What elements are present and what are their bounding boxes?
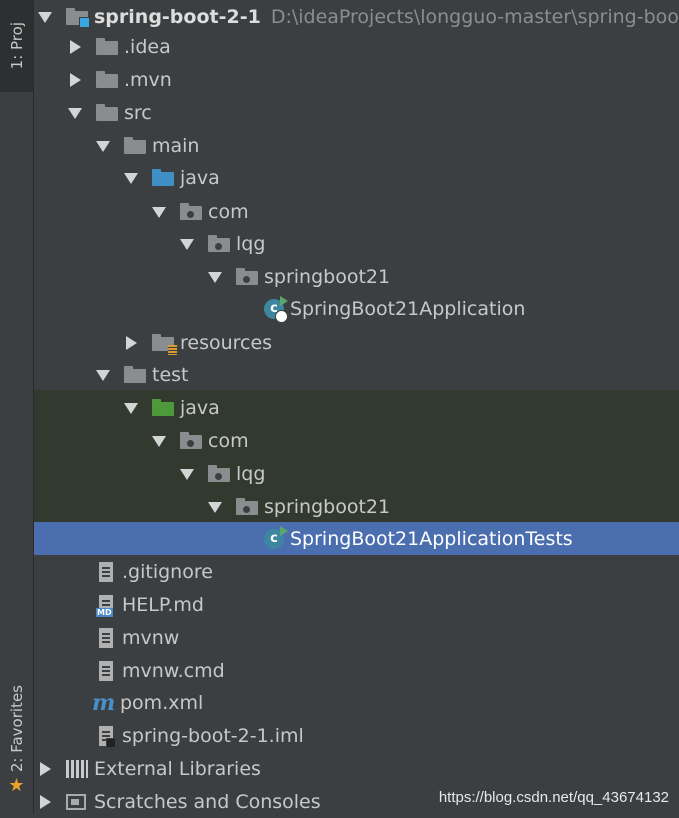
root-module-name: spring-boot-2-1 [94,5,261,28]
tree-row-test-com[interactable]: com [34,424,679,457]
collapse-arrow-icon[interactable] [38,761,52,776]
tree-row-mvnw-cmd[interactable]: mvnw.cmd [34,654,679,687]
tree-row-resources[interactable]: resources [34,326,679,359]
tree-item-label: src [124,101,152,124]
expand-arrow-icon[interactable] [208,500,222,514]
package-icon [180,202,202,222]
expand-arrow-icon[interactable] [68,106,82,120]
expand-arrow-icon[interactable] [208,270,222,284]
package-icon [236,497,258,517]
resources-folder-icon [152,333,177,355]
tree-item-label: java [180,166,220,189]
expand-arrow-icon[interactable] [38,10,52,24]
folder-icon [96,37,118,57]
tree-item-label: com [208,429,249,452]
tree-item-label: springboot21 [264,495,391,518]
expand-arrow-icon[interactable] [96,368,110,382]
tree-row-main-com[interactable]: com [34,195,679,228]
expand-arrow-icon[interactable] [152,434,166,448]
tree-row-test-java[interactable]: java [34,391,679,424]
package-icon [208,234,230,254]
tree-row-application-class[interactable]: c SpringBoot21Application [34,292,679,325]
text-file-icon [99,627,113,648]
collapse-arrow-icon[interactable] [124,335,138,350]
test-class-icon: c [264,525,288,549]
tree-item-label: lqg [236,232,266,255]
tree-item-label: spring-boot-2-1.iml [122,724,304,747]
tool-window-strip: 1: Proj 2: Favorites ★ [0,0,34,814]
favorites-tab-label: 2: Favorites [7,685,26,773]
tree-row-gitignore[interactable]: .gitignore [34,555,679,588]
expand-arrow-icon[interactable] [180,237,194,251]
markdown-file-icon [96,594,113,617]
collapse-arrow-icon[interactable] [38,794,52,809]
tree-item-label: com [208,200,249,223]
tree-row-pom[interactable]: m pom.xml [34,686,679,719]
libraries-icon [66,759,88,778]
tree-row-main-java[interactable]: java [34,161,679,194]
expand-arrow-icon[interactable] [180,467,194,481]
tree-item-label: mvnw.cmd [122,659,225,682]
expand-arrow-icon[interactable] [96,139,110,153]
tree-item-label: SpringBoot21ApplicationTests [290,527,573,550]
favorites-tool-tab[interactable]: 2: Favorites ★ [0,680,33,800]
root-module-path: D:\ideaProjects\longguo-master\spring-bo… [270,5,679,28]
test-folder-icon [152,398,174,418]
tree-row-mvn[interactable]: .mvn [34,63,679,96]
tree-item-label: .idea [124,35,171,58]
folder-icon [96,103,118,123]
tree-item-label: .gitignore [122,560,213,583]
tree-row-root[interactable]: spring-boot-2-1 D:\ideaProjects\longguo-… [34,0,679,33]
tree-item-label: main [152,134,200,157]
tree-row-test-lqg[interactable]: lqg [34,457,679,490]
tree-item-label: java [180,396,220,419]
star-icon: ★ [8,774,25,796]
tree-row-external-libraries[interactable]: External Libraries [34,752,679,785]
tree-item-label: pom.xml [120,691,204,714]
expand-arrow-icon[interactable] [124,401,138,415]
folder-icon [124,365,146,385]
text-file-icon [99,660,113,681]
tree-item-label: mvnw [122,626,180,649]
collapse-arrow-icon[interactable] [68,39,82,54]
tree-item-label: test [152,363,189,386]
tree-row-test[interactable]: test [34,358,679,391]
text-file-icon [99,561,113,582]
tree-item-label: SpringBoot21Application [290,297,526,320]
expand-arrow-icon[interactable] [152,205,166,219]
tree-row-src[interactable]: src [34,96,679,129]
tree-item-label: External Libraries [94,757,261,780]
module-folder-icon [66,7,90,28]
folder-icon [96,70,118,90]
spring-boot-class-icon: c [264,295,288,323]
maven-icon: m [92,689,116,716]
expand-arrow-icon[interactable] [124,171,138,185]
tree-row-main[interactable]: main [34,129,679,162]
project-tool-tab[interactable]: 1: Proj [0,0,33,92]
tree-item-label: lqg [236,462,266,485]
tree-row-main-lqg[interactable]: lqg [34,227,679,260]
collapse-arrow-icon[interactable] [68,72,82,87]
tree-item-label: .mvn [124,68,172,91]
tree-row-main-springboot21[interactable]: springboot21 [34,260,679,293]
tree-row-help-md[interactable]: HELP.md [34,588,679,621]
tree-item-label: Scratches and Consoles [94,790,321,813]
tree-row-mvnw[interactable]: mvnw [34,621,679,654]
tree-row-tests-class[interactable]: c SpringBoot21ApplicationTests [34,522,679,555]
package-icon [236,267,258,287]
scratches-icon [66,793,86,810]
tree-item-label: resources [180,331,273,354]
module-file-icon [99,725,116,748]
package-icon [208,464,230,484]
tree-row-test-springboot21[interactable]: springboot21 [34,490,679,523]
tree-row-iml[interactable]: spring-boot-2-1.iml [34,719,679,752]
tree-item-label: HELP.md [122,593,204,616]
watermark: https://blog.csdn.net/qq_43674132 [438,789,669,806]
tree-row-idea[interactable]: .idea [34,30,679,63]
project-tab-label: 1: Proj [7,22,26,70]
tree-item-label: springboot21 [264,265,391,288]
source-folder-icon [152,168,174,188]
folder-icon [124,136,146,156]
package-icon [180,431,202,451]
